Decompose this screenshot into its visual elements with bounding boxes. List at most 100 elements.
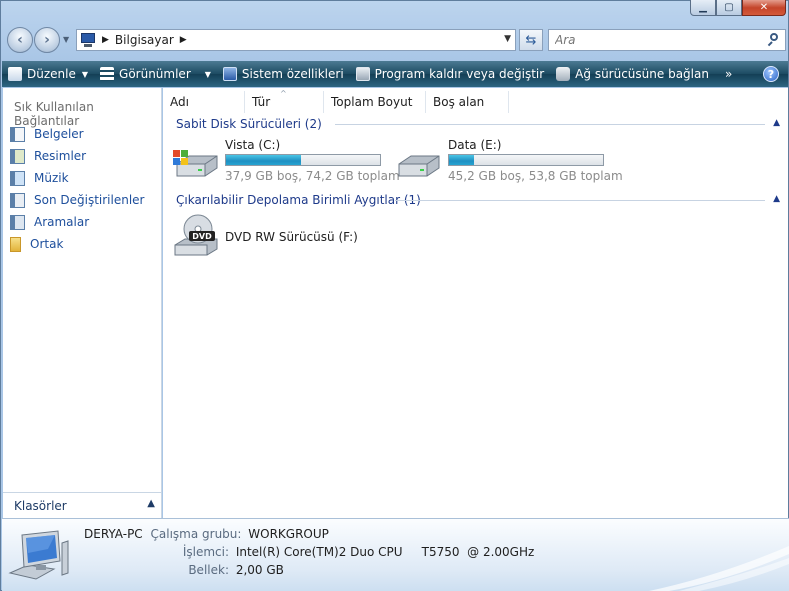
workgroup-value: WORKGROUP xyxy=(248,527,329,541)
breadcrumb-arrow-icon[interactable]: ▶ xyxy=(180,35,187,45)
maximize-button[interactable]: ▢ xyxy=(716,0,742,16)
drive-name: Vista (C:) xyxy=(225,138,281,152)
recent-pages-button[interactable]: ▼ xyxy=(63,35,69,44)
column-name[interactable]: Adı xyxy=(163,91,245,113)
dvd-drive-icon: DVD xyxy=(174,214,218,256)
drive-item-e[interactable]: Data (E:) 45,2 GB boş, 53,8 GB toplam xyxy=(393,138,623,184)
favorite-links-list: Belgeler Resimler Müzik Son Değiştirilen… xyxy=(10,123,144,255)
address-bar[interactable]: ▶ Bilgisayar ▶ ▼ xyxy=(76,29,516,51)
computer-name: DERYA-PC xyxy=(84,527,143,541)
refresh-button[interactable]: ⇆ xyxy=(519,29,543,51)
documents-icon xyxy=(10,126,25,142)
nav-item-pictures[interactable]: Resimler xyxy=(10,145,144,167)
command-bar: Düzenle ▼ Görünümler ▼ Sistem özellikler… xyxy=(2,61,788,87)
organize-button[interactable]: Düzenle ▼ xyxy=(2,61,94,87)
drive-usage-fill xyxy=(226,155,302,165)
drive-usage-bar xyxy=(448,154,604,166)
nav-item-label: Belgeler xyxy=(34,127,84,141)
nav-item-public[interactable]: Ortak xyxy=(10,233,144,255)
nav-item-label: Aramalar xyxy=(34,215,90,229)
group-header-removable[interactable]: Çıkarılabilir Depolama Birimli Aygıtlar … xyxy=(176,191,421,209)
column-label: Boş alan xyxy=(433,95,485,109)
drive-name: Data (E:) xyxy=(448,138,502,152)
system-properties-label: Sistem özellikleri xyxy=(241,67,344,81)
nav-item-label: Ortak xyxy=(30,237,64,251)
file-list: Adı ^ Tür Toplam Boyut Boş alan Sabit Dis… xyxy=(163,88,788,518)
forward-button[interactable]: › xyxy=(34,27,60,53)
column-label: Adı xyxy=(170,95,189,109)
decorative-swoosh xyxy=(649,546,789,591)
memory-value: 2,00 GB xyxy=(235,563,284,577)
system-properties-button[interactable]: Sistem özellikleri xyxy=(217,61,350,87)
help-icon: ? xyxy=(767,67,775,81)
views-label: Görünümler xyxy=(119,67,191,81)
navigation-pane: Sık Kullanılan Bağlantılar Belgeler Resi… xyxy=(3,88,162,518)
drive-item-c[interactable]: Vista (C:) 37,9 GB boş, 74,2 GB toplam xyxy=(171,138,400,184)
sort-indicator-icon: ^ xyxy=(280,89,287,98)
uninstall-program-button[interactable]: Program kaldır veya değiştir xyxy=(350,61,551,87)
public-folder-icon xyxy=(10,236,21,252)
chevron-up-icon[interactable]: ▲ xyxy=(773,118,780,128)
column-free-space[interactable]: Boş alan xyxy=(426,91,509,113)
folders-label: Klasörler xyxy=(14,498,67,513)
processor-label: İşlemci: xyxy=(182,545,229,559)
drive-space-info: 45,2 GB boş, 53,8 GB toplam xyxy=(448,169,623,183)
folders-toggle[interactable]: Klasörler ▲ xyxy=(3,492,161,518)
group-title: Sabit Disk Sürücüleri (2) xyxy=(176,117,322,131)
pictures-icon xyxy=(10,148,25,164)
address-dropdown-icon[interactable]: ▼ xyxy=(504,34,511,44)
column-type[interactable]: ^ Tür xyxy=(245,89,324,113)
nav-item-documents[interactable]: Belgeler xyxy=(10,123,144,145)
memory-row: Bellek: 2,00 GB xyxy=(84,563,284,577)
group-divider xyxy=(395,200,765,201)
address-row: ‹ › ▼ ▶ Bilgisayar ▶ ▼ ⇆ xyxy=(1,23,788,59)
views-icon xyxy=(100,67,115,81)
search-input[interactable] xyxy=(555,33,755,47)
organize-label: Düzenle xyxy=(27,67,76,81)
nav-item-music[interactable]: Müzik xyxy=(10,167,144,189)
chevron-down-icon: ▼ xyxy=(204,69,211,79)
minimize-icon: ▁ xyxy=(699,1,707,13)
search-icon[interactable] xyxy=(767,33,779,47)
map-network-drive-icon xyxy=(556,67,571,81)
toolbar-overflow-button[interactable]: » xyxy=(715,61,738,87)
system-properties-icon xyxy=(222,67,237,81)
search-box[interactable] xyxy=(548,29,786,51)
hard-drive-windows-icon xyxy=(173,150,218,177)
breadcrumb-arrow-icon[interactable]: ▶ xyxy=(102,35,109,45)
recent-icon xyxy=(10,192,25,208)
chevron-down-icon: ▼ xyxy=(81,69,89,79)
nav-item-recent[interactable]: Son Değiştirilenler xyxy=(10,189,144,211)
caption-buttons: ▁ ▢ ✕ xyxy=(690,0,786,16)
nav-item-searches[interactable]: Aramalar xyxy=(10,211,144,233)
drive-space-info: 37,9 GB boş, 74,2 GB toplam xyxy=(225,169,400,183)
refresh-icon: ⇆ xyxy=(525,32,537,48)
map-network-drive-button[interactable]: Ağ sürücüsüne bağlan xyxy=(550,61,715,87)
back-button[interactable]: ‹ xyxy=(7,27,33,53)
back-arrow-icon: ‹ xyxy=(17,32,23,48)
column-total-size[interactable]: Toplam Boyut xyxy=(324,91,426,113)
computer-name-row: DERYA-PC Çalışma grubu: WORKGROUP xyxy=(84,527,329,541)
workgroup-label: Çalışma grubu: xyxy=(150,527,242,541)
computer-icon xyxy=(8,530,69,580)
help-button[interactable]: ? xyxy=(763,66,779,82)
processor-value: Intel(R) Core(TM)2 Duo CPU T5750 @ 2.00G… xyxy=(235,545,535,559)
group-header-hard-disks[interactable]: Sabit Disk Sürücüleri (2) xyxy=(176,115,322,133)
breadcrumb-item-computer[interactable]: Bilgisayar xyxy=(115,33,174,47)
music-icon xyxy=(10,170,25,186)
group-divider xyxy=(335,124,765,125)
column-label: Tür xyxy=(252,95,271,109)
drive-item-f[interactable]: DVD DVD RW Sürücüsü (F:) xyxy=(171,213,411,261)
chevron-down-icon: ▼ xyxy=(63,35,70,44)
close-button[interactable]: ✕ xyxy=(742,0,786,16)
group-title: Çıkarılabilir Depolama Birimli Aygıtlar … xyxy=(176,193,421,207)
minimize-button[interactable]: ▁ xyxy=(690,0,716,16)
chevron-up-icon[interactable]: ▲ xyxy=(773,194,780,204)
dvd-icon-label: DVD xyxy=(192,232,212,241)
views-button[interactable]: Görünümler ▼ xyxy=(94,61,217,87)
chevron-up-icon: ▲ xyxy=(147,498,155,509)
drive-usage-bar xyxy=(225,154,381,166)
close-icon: ✕ xyxy=(759,1,769,13)
column-label: Toplam Boyut xyxy=(331,95,413,109)
organize-icon xyxy=(8,67,22,81)
